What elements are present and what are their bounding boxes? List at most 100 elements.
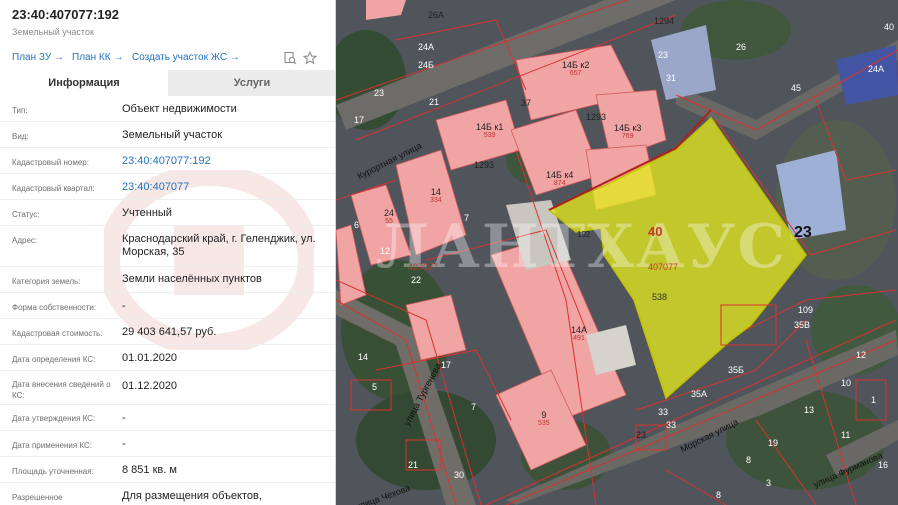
info-value: Для размещения объектов, (122, 490, 262, 502)
page-title: 23:40:407077:192 (12, 7, 119, 22)
info-key: Кадастровый квартал: (12, 184, 95, 193)
plan-kk-link[interactable]: План КК → (72, 52, 123, 63)
info-key: Дата внесения сведений о КС: (12, 380, 111, 400)
plot-number: 30 (454, 470, 465, 480)
plot-number: 19 (768, 438, 779, 448)
plot-number: 7 (464, 213, 470, 223)
page-subtitle: Земельный участок (12, 27, 94, 37)
info-value: 29 403 641,57 руб. (122, 326, 217, 338)
plot-number: 23 (374, 88, 385, 98)
plot-number: 22 (411, 275, 422, 285)
tab-info[interactable]: Информация (0, 70, 168, 96)
info-value: - (122, 438, 126, 450)
info-value: - (122, 412, 126, 424)
plot-number: 23 (658, 50, 669, 60)
info-value: - (122, 300, 126, 312)
plot-number: 40 (884, 22, 895, 32)
cadastral-quarter-link[interactable]: 23:40:407077 (122, 181, 332, 194)
info-key: Кадастровый номер: (12, 158, 89, 167)
plot-number: 37 (521, 98, 532, 108)
info-value: Объект недвижимости (122, 103, 237, 115)
info-key: Разрешенное (12, 493, 63, 502)
info-key: Дата утверждения КС: (12, 414, 96, 423)
building-label: 14Б к4 874 (546, 170, 574, 187)
info-key: Статус: (12, 210, 40, 219)
building-label: 14 334 (430, 187, 442, 204)
cadastral-number-link[interactable]: 23:40:407077:192 (122, 155, 332, 168)
info-key: Форма собственности: (12, 303, 97, 312)
building-label: 14Б к2 657 (562, 60, 590, 77)
plot-number: 35Б (728, 365, 744, 375)
plot-number: 33 (666, 420, 677, 430)
info-row-value-apply-date: Дата применения КС: - (0, 431, 335, 457)
plot-number: 6 (354, 220, 360, 230)
plot-number: 8 (746, 455, 752, 465)
info-value: 01.01.2020 (122, 352, 178, 364)
plot-number: 16 (878, 460, 889, 470)
info-row-type: Тип: Объект недвижимости (0, 96, 335, 122)
info-key: Вид: (12, 132, 29, 141)
info-row-area: Площадь уточненная: 8 851 кв. м (0, 457, 335, 483)
info-row-permitted-use: Разрешенное Для размещения объектов, (0, 483, 335, 505)
info-row-land-category: Категория земель: Земли населённых пункт… (0, 267, 335, 293)
star-icon[interactable] (302, 50, 318, 65)
plot-number: 5 (372, 382, 378, 392)
info-key: Дата применения КС: (12, 441, 93, 450)
plot-number: 538 (652, 292, 668, 302)
info-row-value-approval-date: Дата утверждения КС: - (0, 405, 335, 431)
quarter-number: 23 (794, 224, 812, 241)
plot-number: 12 (856, 350, 867, 360)
plot-number: 33 (658, 407, 669, 417)
plot-number: 1 (871, 395, 877, 405)
parcel-label: 192 (577, 230, 591, 239)
tab-bar: Информация Услуги (0, 70, 335, 96)
building-label: 14Б к1 539 (476, 122, 504, 139)
info-row-value-entry-date: Дата внесения сведений о КС: 01.12.2020 (0, 371, 335, 405)
info-value: Земли населённых пунктов (122, 273, 262, 285)
info-row-value-date: Дата определения КС: 01.01.2020 (0, 345, 335, 371)
info-value: 01.12.2020 (122, 380, 178, 392)
plan-zu-link[interactable]: План ЗУ → (12, 52, 64, 63)
cadastral-map[interactable]: ЛАНТХАУС Курортная улица улица Тургенева… (336, 0, 898, 505)
info-panel: 23:40:407077:192 Земельный участок План … (0, 0, 336, 505)
info-row-cadastral-value: Кадастровая стоимость: 29 403 641,57 руб… (0, 319, 335, 345)
plot-number: 109 (798, 305, 814, 315)
info-row-ownership: Форма собственности: - (0, 293, 335, 319)
building-label: 14А 491 (571, 325, 588, 342)
plot-number: 10 (841, 378, 852, 388)
info-value: Учтенный (122, 207, 172, 219)
plot-number: 26А (428, 10, 445, 20)
plot-number: 24Б (418, 60, 434, 70)
info-row-cadastral-number: Кадастровый номер: 23:40:407077:192 (0, 148, 335, 174)
plot-number: 7 (471, 402, 477, 412)
plot-number: 8 (716, 490, 722, 500)
quarter-label: 407077 (648, 262, 679, 272)
info-key: Дата определения КС: (12, 355, 96, 364)
plot-number: 1293 (474, 160, 495, 170)
info-key: Площадь уточненная: (12, 467, 94, 476)
search-doc-icon[interactable] (283, 51, 297, 65)
info-row-status: Статус: Учтенный (0, 200, 335, 226)
info-value: Земельный участок (122, 129, 223, 141)
info-key: Адрес: (12, 236, 38, 245)
plot-number: 45 (791, 83, 802, 93)
plot-number: 17 (354, 115, 365, 125)
info-value: Краснодарский край, г. Геленджик, ул. Мо… (122, 233, 316, 258)
info-row-address: Адрес: Краснодарский край, г. Геленджик,… (0, 226, 335, 267)
plot-number: 24А (418, 42, 435, 52)
info-key: Тип: (12, 106, 28, 115)
plot-number: 17 (441, 360, 452, 370)
building-label: 24 55 (384, 208, 395, 225)
info-row-kind: Вид: Земельный участок (0, 122, 335, 148)
info-row-cadastral-quarter: Кадастровый квартал: 23:40:407077 (0, 174, 335, 200)
quarter-label: 407077 (408, 262, 439, 272)
info-key: Кадастровая стоимость: (12, 329, 103, 338)
plot-number: 13 (804, 405, 815, 415)
plot-number: 3 (766, 478, 772, 488)
tab-services[interactable]: Услуги (168, 70, 335, 96)
plot-number: 21 (429, 97, 440, 107)
plot-number: 1294 (654, 16, 675, 26)
create-plot-link[interactable]: Создать участок ЖС → (132, 52, 240, 63)
plot-number: 31 (666, 73, 677, 83)
info-key: Категория земель: (12, 277, 81, 286)
